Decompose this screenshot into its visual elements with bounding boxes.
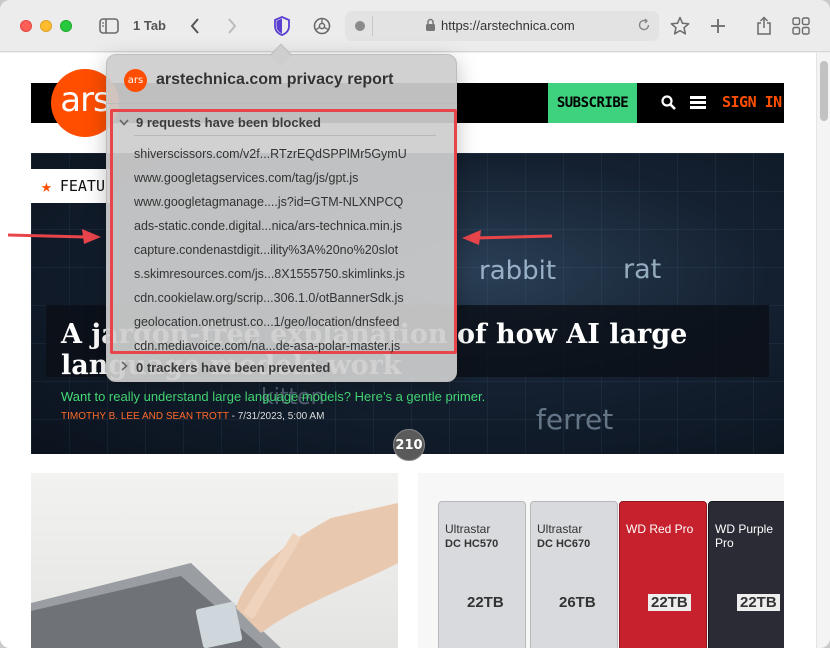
blocked-request-item: capture.condenastdigit...ility%3A%20no%2…	[134, 243, 399, 257]
blocked-request-item: cdn.mediavoice.com/na...de-asa-polar-mas…	[134, 339, 401, 353]
byline-date: - 7/31/2023, 5:00 AM	[228, 411, 325, 422]
blocked-requests-list: shiverscissors.com/v2f...RTzrEQdSPPlMr5G…	[134, 142, 449, 358]
section-divider	[134, 135, 436, 136]
tab-count-label[interactable]: 1 Tab	[133, 18, 166, 33]
scrollbar-thumb[interactable]	[820, 61, 828, 121]
annotation-arrow-left	[8, 229, 101, 244]
comment-count-badge[interactable]: 210	[393, 429, 425, 461]
blocked-request-item: cdn.cookielaw.org/scrip...306.1.0/otBann…	[134, 291, 404, 305]
blocked-request-item: ads-static.conde.digital...nica/ars-tech…	[134, 219, 403, 233]
hero-word-ferret: ferret	[536, 403, 614, 436]
drive-brand: Ultrastar	[537, 522, 583, 536]
annotation-arrow-right	[462, 230, 552, 245]
popover-divider	[107, 103, 456, 104]
search-icon[interactable]	[661, 95, 676, 115]
chevron-right-icon	[119, 361, 129, 374]
subscribe-button[interactable]: SUBSCRIBE	[548, 83, 637, 123]
blocked-request-item: s.skimresources.com/js...8X1555750.skiml…	[134, 267, 405, 281]
minimize-window-button[interactable]	[40, 20, 52, 32]
privacy-report-popover: ars arstechnica.com privacy report 9 req…	[106, 43, 457, 382]
hero-subtitle: Want to really understand large language…	[61, 389, 486, 404]
lock-icon	[425, 18, 436, 37]
hero-byline: TIMOTHY B. LEE AND SEAN TROTT - 7/31/202…	[61, 411, 324, 422]
feature-tag-label: FEATU	[59, 177, 105, 195]
sign-in-link[interactable]: SIGN IN	[722, 93, 782, 111]
drive-capacity: 26TB	[559, 594, 596, 611]
forward-chevron-icon[interactable]	[224, 13, 240, 39]
feature-tag: ★ FEATU	[31, 169, 111, 203]
touchscreen-photo	[31, 503, 398, 648]
fullscreen-window-button[interactable]	[60, 20, 72, 32]
drive-brand: WD Red Pro	[626, 522, 694, 536]
site-favicon: ars	[124, 69, 147, 92]
page-scrollbar[interactable]	[816, 53, 830, 648]
settings-gear-icon[interactable]	[311, 13, 333, 39]
drive-model: DC HC570	[445, 538, 499, 550]
site-indicator-dot	[355, 21, 365, 31]
blocked-request-item: www.googletagmanage....js?id=GTM-NLXNPCQ	[134, 195, 404, 209]
drive-brand: Ultrastar	[445, 522, 491, 536]
blocked-requests-toggle[interactable]: 9 requests have been blocked	[119, 115, 321, 130]
hard-drive-ultrastar-hc670: Ultrastar DC HC670 26TB	[530, 501, 618, 648]
star-icon: ★	[41, 175, 52, 197]
drive-capacity: 22TB	[648, 594, 691, 611]
address-bar[interactable]: https://arstechnica.com	[345, 11, 659, 41]
share-icon[interactable]	[755, 13, 773, 39]
drive-capacity: 22TB	[467, 594, 504, 611]
privacy-report-title: arstechnica.com privacy report	[156, 71, 394, 88]
blocked-request-item: www.googletagservices.com/tag/js/gpt.js	[134, 171, 359, 185]
new-tab-plus-icon[interactable]	[709, 13, 727, 39]
back-chevron-icon[interactable]	[187, 13, 203, 39]
privacy-shield-icon[interactable]	[272, 13, 292, 39]
hero-word-rat: rat	[623, 254, 662, 285]
sidebar-toggle-icon[interactable]	[98, 13, 120, 39]
address-bar-divider	[372, 16, 373, 36]
bookmark-star-icon[interactable]	[669, 13, 691, 39]
toolbar: 1 Tab https://arstechnica.com	[0, 0, 830, 52]
url-text[interactable]: https://arstechnica.com	[441, 18, 575, 33]
tab-overview-grid-icon[interactable]	[791, 13, 811, 39]
chevron-down-icon	[119, 117, 129, 129]
close-window-button[interactable]	[20, 20, 32, 32]
hard-drive-wd-red-pro: WD Red Pro 22TB	[619, 501, 707, 648]
drive-brand: WD Purple Pro	[715, 522, 774, 550]
trackers-prevented-toggle[interactable]: 0 trackers have been prevented	[119, 360, 330, 375]
blocked-request-item: shiverscissors.com/v2f...RTzrEQdSPPlMr5G…	[134, 147, 407, 161]
drive-capacity: 22TB	[737, 594, 780, 611]
reload-icon[interactable]	[637, 18, 651, 37]
story-card-image-touchscreen[interactable]	[31, 473, 398, 648]
byline-author[interactable]: TIMOTHY B. LEE AND SEAN TROTT	[61, 411, 229, 422]
hard-drive-wd-purple-pro: WD Purple Pro 22TB	[708, 501, 784, 648]
story-card-hard-drives[interactable]: Ultrastar DC HC570 22TB Ultrastar DC HC6…	[418, 473, 784, 648]
hero-word-rabbit: rabbit	[479, 256, 557, 286]
trackers-prevented-header: 0 trackers have been prevented	[136, 360, 331, 375]
drive-model: DC HC670	[537, 538, 591, 550]
blocked-request-item: geolocation.onetrust.co...1/geo/location…	[134, 315, 400, 329]
safari-window: 1 Tab https://arstechnica.com ars SUBSCR…	[0, 0, 830, 648]
hamburger-menu-icon[interactable]	[690, 96, 706, 110]
blocked-requests-header: 9 requests have been blocked	[136, 115, 321, 130]
hard-drive-ultrastar-hc570: Ultrastar DC HC570 22TB	[438, 501, 526, 648]
